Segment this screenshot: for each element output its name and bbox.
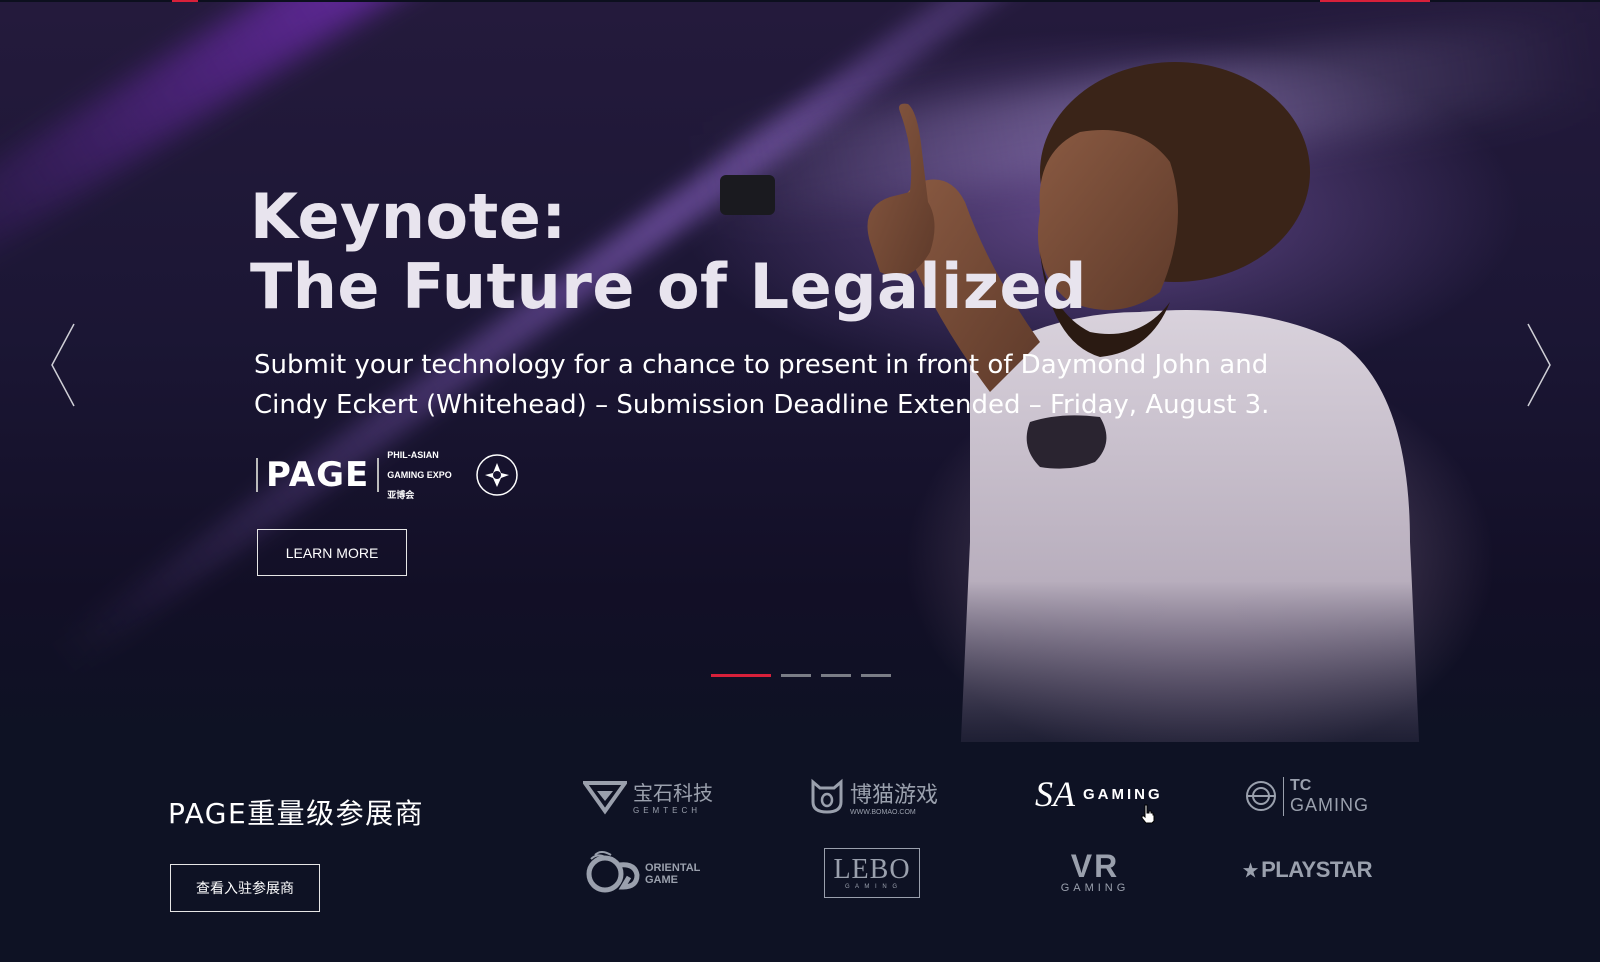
tc-sub: GAMING: [1290, 794, 1370, 815]
gemtech-logo[interactable]: 宝石科技 GEMTECH: [583, 774, 713, 818]
slide-indicators: [711, 674, 891, 677]
sa-gaming-logo-icon: SA: [1035, 774, 1075, 814]
oriental-sub: GAME: [645, 874, 678, 886]
oriental-game-logo[interactable]: ORIENTAL GAME: [585, 850, 715, 898]
sponsors-title: PAGE重量级参展商: [168, 797, 425, 830]
slide-indicator-1[interactable]: [711, 674, 771, 677]
page-logo-subtitle: PHIL-ASIAN GAMING EXPO 亚博会: [387, 440, 457, 510]
page-sub-line3: 亚博会: [387, 490, 415, 500]
hero-carousel: Keynote: The Future of Legalized Submit …: [0, 2, 1600, 742]
vr-gaming-logo[interactable]: VR GAMING: [1055, 844, 1135, 900]
page-sub-line2: GAMING EXPO: [387, 470, 452, 480]
bomao-sub: WWW.BOMAO.COM: [850, 808, 916, 816]
brand-divider: [377, 458, 380, 492]
bomao-logo[interactable]: 博猫游戏 WWW.BOMAO.COM: [810, 774, 950, 818]
playstar-logo[interactable]: PLAYSTAR: [1242, 848, 1372, 892]
lebo-logo[interactable]: LEBO G A M I N G: [824, 848, 920, 898]
lebo-sub: G A M I N G: [844, 884, 899, 890]
learn-more-button[interactable]: LEARN MORE: [257, 529, 407, 576]
event-brand-logos: PAGE PHIL-ASIAN GAMING EXPO 亚博会: [256, 450, 519, 500]
brand-divider: [256, 458, 258, 492]
hero-subtitle: Submit your technology for a chance to p…: [254, 350, 1270, 420]
pagcor-logo-icon: [476, 454, 518, 496]
tc-gaming-logo-icon: [1246, 781, 1276, 811]
sa-gaming-sub: GAMING: [1083, 785, 1163, 803]
gemtech-name: 宝石科技: [633, 781, 713, 805]
gemtech-logo-icon: [583, 781, 627, 815]
vr-sub: GAMING: [1060, 882, 1130, 894]
gemtech-sub: GEMTECH: [633, 806, 701, 815]
hero-title-line2: The Future of Legalized: [250, 250, 1087, 323]
top-accent-mark-left: [172, 0, 198, 2]
next-slide-arrow-icon[interactable]: [1524, 322, 1554, 408]
prev-slide-arrow-icon[interactable]: [48, 322, 78, 408]
oriental-game-logo-icon: [586, 851, 640, 893]
bomao-logo-icon: [811, 778, 843, 814]
top-progress-bar: [0, 0, 1600, 2]
page-sub-line1: PHIL-ASIAN: [387, 450, 439, 460]
playstar-logo-icon: [1242, 862, 1259, 878]
slide-indicator-4[interactable]: [861, 674, 891, 677]
oriental-name: ORIENTAL: [645, 862, 701, 874]
playstar-name: PLAYSTAR: [1261, 857, 1372, 882]
vr-gaming-logo-icon: VR: [1070, 848, 1120, 884]
bomao-name: 博猫游戏: [850, 782, 939, 808]
tc-name: TC: [1290, 776, 1312, 794]
lebo-logo-icon: LEBO: [833, 854, 911, 885]
view-exhibitors-button[interactable]: 查看入驻参展商: [170, 864, 320, 912]
top-accent-mark-right: [1320, 0, 1430, 2]
tc-gaming-logo[interactable]: TC GAMING: [1245, 774, 1375, 818]
slide-indicator-3[interactable]: [821, 674, 851, 677]
slide-indicator-2[interactable]: [781, 674, 811, 677]
sponsors-section: PAGE重量级参展商 查看入驻参展商 宝石科技 GEMTECH 博猫游戏 WWW…: [0, 742, 1600, 962]
page-logo: PAGE: [266, 455, 370, 495]
hero-title: Keynote: The Future of Legalized: [250, 182, 1087, 322]
hero-title-line1: Keynote:: [250, 180, 567, 253]
hand-cursor-icon: [1141, 804, 1155, 824]
